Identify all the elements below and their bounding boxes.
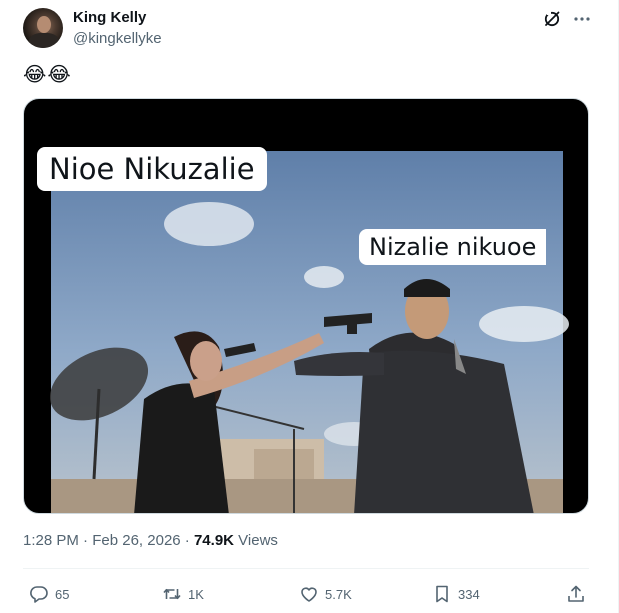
tweet-media[interactable]: Nioe Nikuzalie Nizalie nikuoe [23, 98, 589, 514]
retweet-count: 1K [188, 586, 204, 602]
tweet-card: King Kelly @kingkellyke 😂😂 Nioe Nikuzali… [0, 0, 619, 613]
share-icon [568, 585, 584, 602]
meta-separator: · [184, 532, 190, 549]
avatar-body [29, 33, 59, 48]
reply-icon [30, 586, 48, 603]
like-count: 5.7K [325, 586, 352, 602]
share-button[interactable] [566, 583, 586, 605]
like-button[interactable]: 5.7K [299, 583, 352, 605]
bookmark-count: 334 [458, 586, 480, 602]
reply-button[interactable]: 65 [29, 583, 69, 605]
author-handle[interactable]: @kingkellyke [73, 30, 162, 47]
grok-icon[interactable] [542, 9, 562, 29]
bookmark-icon [436, 585, 448, 603]
tweet-time[interactable]: 1:28 PM [23, 532, 79, 549]
views-label: Views [238, 532, 278, 549]
divider [23, 568, 589, 569]
reply-count: 65 [55, 586, 70, 602]
tweet-text: 😂😂 [23, 64, 72, 86]
views-count: 74.9K [193, 532, 234, 549]
tweet-meta: 1:28 PM · Feb 26, 2026 · 74.9K Views [23, 532, 278, 549]
retweet-icon [163, 588, 181, 600]
meta-separator: · [83, 532, 89, 549]
avatar-face [37, 16, 51, 33]
tweet-date[interactable]: Feb 26, 2026 [92, 532, 180, 549]
more-icon[interactable] [572, 9, 592, 29]
author-name[interactable]: King Kelly [73, 9, 146, 26]
retweet-button[interactable]: 1K [162, 583, 204, 605]
meme-caption-right: Nizalie nikuoe [359, 229, 547, 265]
like-icon [301, 587, 317, 602]
avatar[interactable] [23, 8, 63, 48]
meme-caption-left: Nioe Nikuzalie [37, 147, 267, 191]
bookmark-button[interactable]: 334 [432, 583, 480, 605]
